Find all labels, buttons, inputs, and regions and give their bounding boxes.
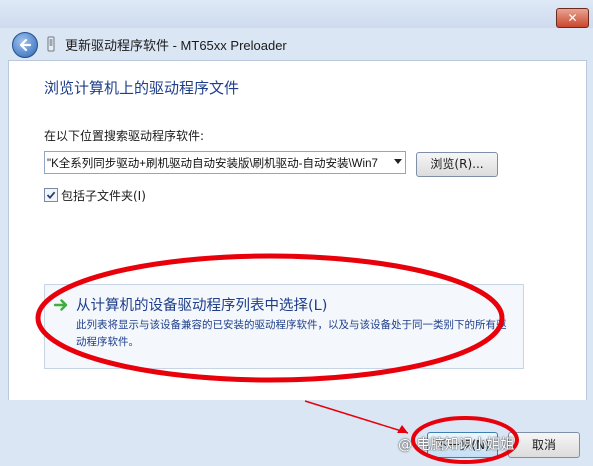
browse-button[interactable]: 浏览(R)... [416,152,498,177]
green-arrow-icon [54,299,68,311]
cancel-button[interactable]: 取消 [508,432,580,458]
back-arrow-icon [19,38,32,52]
back-button[interactable] [12,32,38,58]
device-icon [47,36,55,52]
pick-from-list-link[interactable]: 从计算机的设备驱动程序列表中选择(L) [76,294,327,315]
checkmark-icon [46,191,56,200]
footer-bar [0,400,593,466]
search-location-label: 在以下位置搜索驱动程序软件: [44,129,205,143]
title-bar [0,0,593,28]
path-combobox[interactable]: "K全系列同步驱动+刷机驱动自动安装版\刷机驱动-自动安装\Win7 [44,151,406,174]
include-subfolders-label[interactable]: 包括子文件夹(I) [61,187,146,204]
include-subfolders-checkbox[interactable] [44,188,58,202]
chevron-down-icon[interactable] [394,159,402,164]
watermark-text: @ 电脑知识小姐姐 [398,437,515,453]
path-value[interactable]: "K全系列同步驱动+刷机驱动自动安装版\刷机驱动-自动安装\Win7 [47,155,387,171]
pick-from-list-description: 此列表将显示与该设备兼容的已安装的驱动程序软件，以及与该设备处于同一类别下的所有… [76,319,507,348]
page-heading: 浏览计算机上的驱动程序文件 [44,79,240,97]
close-button[interactable]: ✕ [556,8,589,28]
window-title: 更新驱动程序软件 - MT65xx Preloader [65,38,287,53]
